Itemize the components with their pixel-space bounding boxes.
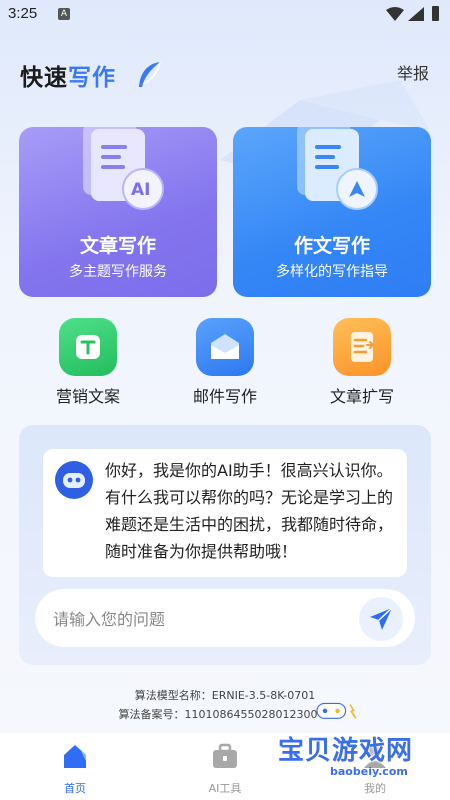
watermark-text: 宝贝游戏网 [278,736,414,766]
tab-home[interactable]: 首页 [30,741,120,796]
signal-icon [408,7,424,21]
tool-label: 营销文案 [55,387,120,406]
app-title-part2: 写作 [68,65,116,91]
app-title-part1: 快速 [20,65,68,91]
battery-icon [432,6,439,21]
document-expand-icon [333,318,391,376]
tool-marketing-copy[interactable]: 营销文案 [38,318,138,407]
send-arrow-icon [370,607,393,630]
tool-label: 邮件写作 [192,387,257,406]
toolbox-icon [213,743,237,768]
document-ai-icon [83,127,164,210]
chat-input-bar [35,589,415,647]
document-pen-icon [297,127,378,210]
ai-chat-panel: 你好，我是你的AI助手！很高兴认识你。有什么我可以帮你的吗？无论是学习上的难题还… [19,425,431,665]
assistant-greeting-text: 你好，我是你的AI助手！很高兴认识你。有什么我可以帮你的吗？无论是学习上的难题还… [105,461,394,561]
text-t-icon [59,318,117,376]
send-button[interactable] [359,597,403,641]
status-bar: 3:25 A [0,0,450,30]
card-title: 文章写作 [79,235,156,257]
ai-badge: AI [131,180,151,200]
question-input[interactable] [51,606,345,632]
watermark-url: baobeiy.com [330,765,408,778]
status-time: 3:25 [8,5,38,22]
feather-icon [139,61,161,87]
essay-writing-card[interactable]: 作文写作 多样化的写作指导 [233,127,431,297]
tool-article-expand[interactable]: 文章扩写 [312,318,412,407]
card-title: 作文写作 [293,235,370,257]
card-subtitle: 多样化的写作指导 [276,264,388,280]
tool-email-writing[interactable]: 邮件写作 [175,318,275,407]
report-button[interactable]: 举报 [397,60,429,84]
wifi-icon [386,7,404,21]
tab-label: AI工具 [208,782,242,795]
home-icon [64,745,86,768]
tab-label: 我的 [364,782,386,795]
card-subtitle: 多主题写作服务 [69,264,167,280]
assistant-message-bubble: 你好，我是你的AI助手！很高兴认识你。有什么我可以帮你的吗？无论是学习上的难题还… [43,449,407,577]
tab-label: 首页 [64,782,86,795]
article-writing-card[interactable]: AI 文章写作 多主题写作服务 [19,127,217,297]
envelope-icon [196,318,254,376]
tab-ai-tools[interactable]: AI工具 [180,741,270,796]
app-title: 快速写作 [20,58,116,92]
tool-label: 文章扩写 [329,387,394,406]
robot-avatar-icon [55,461,93,499]
app-header: 快速写作 [20,58,161,94]
a-letter-icon: A [58,8,70,20]
